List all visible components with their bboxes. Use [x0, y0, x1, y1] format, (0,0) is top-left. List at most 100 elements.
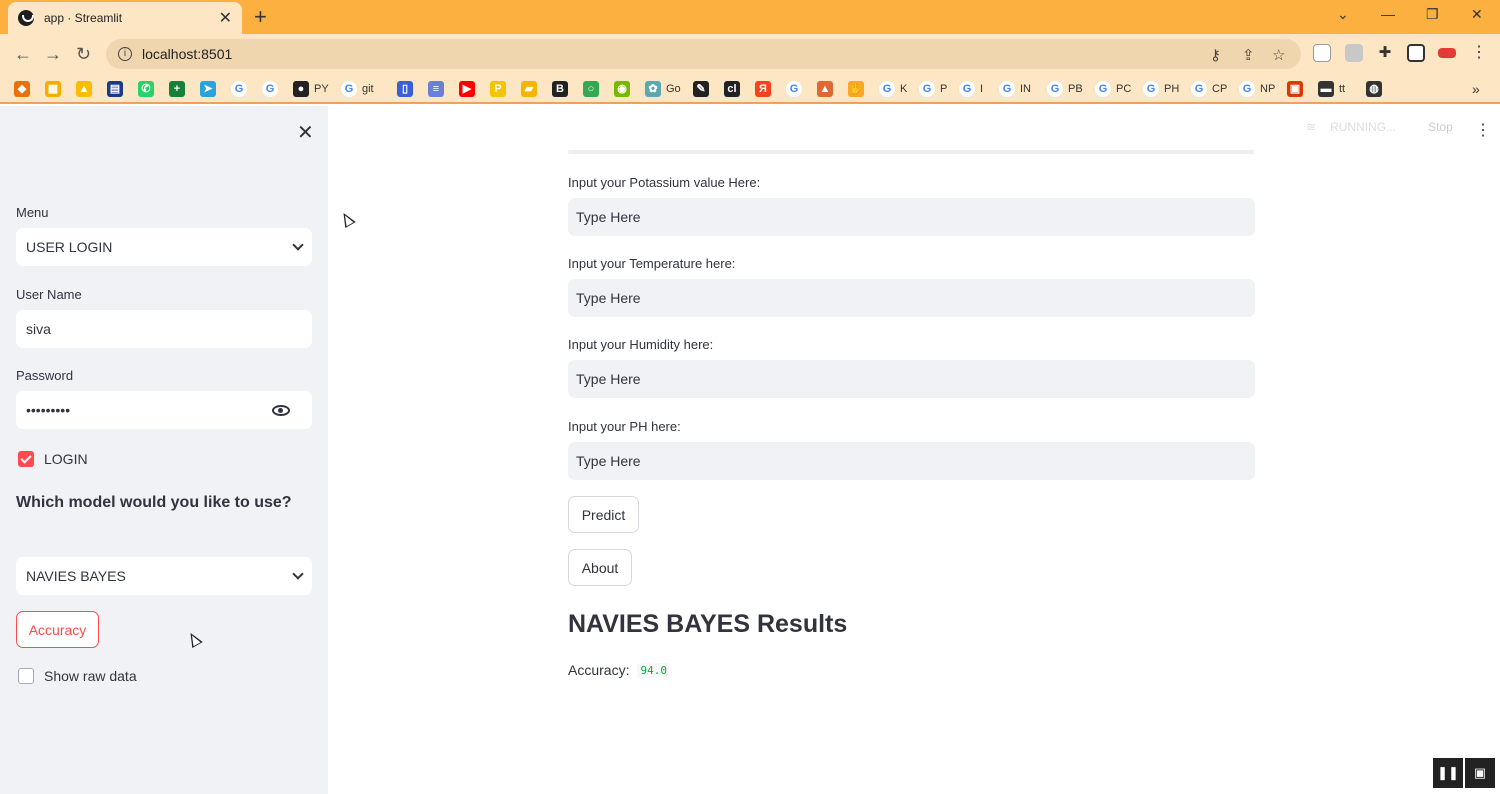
bookmark-item[interactable]: G PC [1095, 80, 1131, 98]
bookmark-item[interactable]: G [231, 80, 252, 98]
bookmark-item[interactable]: ✋ [848, 80, 869, 98]
bookmark-item[interactable]: P [490, 80, 511, 98]
bookmark-label: PH [1164, 83, 1180, 95]
bookmark-item[interactable]: ◉ [614, 80, 635, 98]
ph-placeholder: Type Here [576, 453, 641, 469]
bookmark-item[interactable]: GK [879, 80, 907, 98]
nvidia-icon: ◉ [614, 81, 630, 97]
google-icon: G [1047, 81, 1063, 97]
bookmark-item[interactable]: G [786, 80, 807, 98]
bookmark-item[interactable]: cl [724, 80, 745, 98]
profile-extension-icon[interactable] [1345, 44, 1363, 62]
bookmark-item[interactable]: + [169, 80, 190, 98]
checkbox-checked-icon[interactable] [18, 451, 34, 467]
pause-icon[interactable]: ❚❚ [1433, 758, 1463, 788]
bookmark-item[interactable]: ▤ [107, 80, 128, 98]
about-button[interactable]: About [568, 549, 632, 586]
temperature-placeholder: Type Here [576, 290, 641, 306]
back-icon[interactable]: ← [14, 44, 32, 65]
bookmark-item[interactable]: ≡ [428, 80, 449, 98]
bookmark-item[interactable]: ▬ tt [1318, 80, 1345, 98]
tab-close-icon[interactable]: ✕ [219, 8, 232, 28]
bookmark-item[interactable]: ▲ [76, 80, 97, 98]
forward-icon[interactable]: → [44, 44, 62, 65]
bookmark-item[interactable]: ○ [583, 80, 604, 98]
browser-tab[interactable]: app · Streamlit ✕ [8, 2, 242, 34]
bookmark-item[interactable]: ◆ [14, 80, 35, 98]
bookmark-item[interactable]: G PB [1047, 80, 1083, 98]
bookmark-item[interactable]: ✎ [693, 80, 714, 98]
ph-input[interactable]: Type Here [568, 442, 1255, 480]
model-select[interactable]: NAVIES BAYES [16, 557, 312, 595]
username-input[interactable]: siva [16, 310, 312, 348]
bookmark-item[interactable]: ◍ [1366, 80, 1387, 98]
running-icon: ≋ [1306, 120, 1317, 134]
bookmark-item[interactable]: G NP [1239, 80, 1275, 98]
close-window-icon[interactable]: ✕ [1471, 6, 1483, 23]
bookmark-item[interactable]: G IN [999, 80, 1031, 98]
bookmark-item[interactable]: ▦ [45, 80, 66, 98]
extensions-puzzle-icon[interactable]: ✚ [1376, 44, 1394, 62]
login-checkbox[interactable]: LOGIN [18, 451, 88, 467]
bookmark-item[interactable]: Ggit [341, 80, 374, 98]
bookmark-item[interactable]: ▯ [397, 80, 418, 98]
bookmark-item[interactable]: ▣ [1287, 80, 1308, 98]
menu-select[interactable]: USER LOGIN [16, 228, 312, 266]
matlab-icon: ▲ [817, 81, 833, 97]
key-icon[interactable]: ⚷ [1210, 46, 1221, 64]
restore-icon[interactable]: ❐ [1426, 6, 1439, 23]
bookmark-item[interactable]: Я [755, 80, 776, 98]
bookmark-item[interactable]: G [262, 80, 283, 98]
yandex-icon: Я [755, 81, 771, 97]
bookmark-item[interactable]: GI [959, 80, 983, 98]
minimize-icon[interactable]: — [1381, 6, 1395, 22]
app-menu-icon[interactable]: ⋮ [1475, 120, 1491, 140]
bookmark-item[interactable]: ➤ [200, 80, 221, 98]
show-raw-data-checkbox[interactable]: Show raw data [18, 668, 137, 684]
google-icon: G [999, 81, 1015, 97]
show-password-eye-icon[interactable] [272, 404, 290, 416]
bookmark-item[interactable]: ▰ [521, 80, 542, 98]
checkbox-unchecked-icon[interactable] [18, 668, 34, 684]
humidity-input[interactable]: Type Here [568, 360, 1255, 398]
accuracy-button[interactable]: Accuracy [16, 611, 99, 648]
new-tab-icon[interactable]: + [254, 4, 267, 30]
leaf-icon: ✿ [645, 81, 661, 97]
bookmark-item[interactable]: ▲ [817, 80, 838, 98]
rec-extension-icon[interactable] [1438, 48, 1456, 58]
url-bar[interactable]: i localhost:8501 ⚷ ⇪ ☆ [106, 39, 1301, 69]
office-icon: ▣ [1287, 81, 1303, 97]
reload-icon[interactable]: ↻ [76, 44, 91, 65]
picture-in-picture-icon[interactable]: ▣ [1465, 758, 1495, 788]
bookmark-item[interactable]: ✆ [138, 80, 159, 98]
youtube-icon: ▶ [459, 81, 475, 97]
bookmark-item[interactable]: ▶ [459, 80, 480, 98]
stop-button[interactable]: Stop [1428, 120, 1453, 134]
password-input[interactable]: ••••••••• [16, 391, 312, 429]
bookmark-item[interactable]: B [552, 80, 573, 98]
bookmarks-overflow-icon[interactable]: » [1472, 80, 1480, 98]
panda-extension-icon[interactable] [1313, 44, 1331, 62]
bookmark-item[interactable]: G CP [1191, 80, 1227, 98]
bookmark-item[interactable]: ● PY [293, 80, 329, 98]
temperature-input[interactable]: Type Here [568, 279, 1255, 317]
google-icon: G [1191, 81, 1207, 97]
tab-search-icon[interactable]: ⌄ [1337, 6, 1349, 23]
bookmark-item[interactable]: GP [919, 80, 947, 98]
bookmark-item[interactable]: ✿ Go [645, 80, 681, 98]
sidebar-close-icon[interactable]: ✕ [297, 120, 314, 145]
folder-icon: ▰ [521, 81, 537, 97]
translate-icon: ≡ [428, 81, 444, 97]
site-info-icon[interactable]: i [118, 47, 132, 61]
ring-icon: ○ [583, 81, 599, 97]
predict-button[interactable]: Predict [568, 496, 639, 533]
chevron-down-icon [292, 568, 304, 580]
potassium-input[interactable]: Type Here [568, 198, 1255, 236]
share-icon[interactable]: ⇪ [1242, 46, 1255, 64]
accuracy-value: 94.0 [637, 662, 670, 678]
bookmark-label: I [980, 83, 984, 95]
bookmark-star-icon[interactable]: ☆ [1272, 46, 1285, 64]
bookmark-item[interactable]: G PH [1143, 80, 1179, 98]
browser-menu-icon[interactable]: ⋮ [1470, 44, 1488, 62]
side-panel-icon[interactable] [1407, 44, 1425, 62]
